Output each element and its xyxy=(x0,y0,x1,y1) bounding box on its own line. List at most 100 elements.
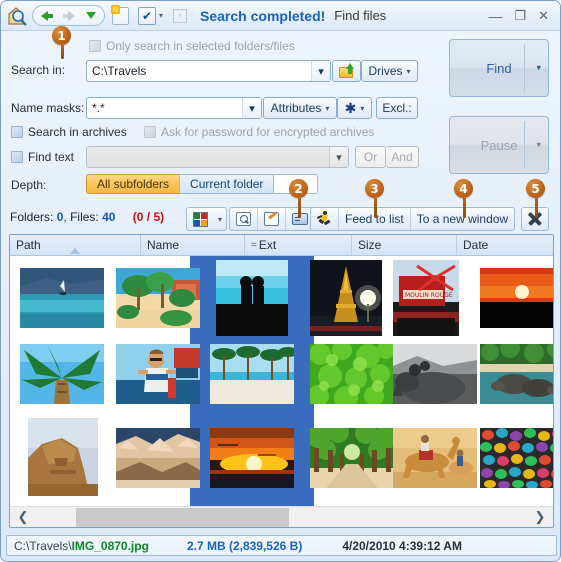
depth-all-subfolders-button[interactable]: All subfolders xyxy=(86,174,180,194)
and-label: And xyxy=(391,150,413,164)
depth-current-folder-button[interactable]: Current folder xyxy=(179,174,274,194)
callout-pin-4-number: 4 xyxy=(454,179,473,198)
only-selected-checkbox[interactable] xyxy=(89,40,101,52)
folders-label: Folders: xyxy=(10,210,54,224)
new-document-icon[interactable] xyxy=(111,4,129,25)
column-header-date[interactable]: Date xyxy=(457,235,553,255)
thumbnail-cell[interactable] xyxy=(116,428,200,488)
name-masks-label: Name masks: xyxy=(11,101,85,115)
status-file-path: C:\Travels\ xyxy=(14,538,72,553)
thumb-sea-windsurfer xyxy=(20,268,104,328)
attributes-button[interactable]: Attributes ▾ xyxy=(263,97,337,119)
back-arrow-icon[interactable] xyxy=(36,7,57,24)
column-header-name[interactable]: Name xyxy=(141,235,245,255)
thumbnail-cell[interactable] xyxy=(116,344,200,404)
scroll-right-arrow-icon[interactable]: ❯ xyxy=(527,509,553,525)
thumbnail-cell[interactable] xyxy=(393,428,477,488)
column-header-path[interactable]: Path xyxy=(10,235,141,255)
thumbnail-cell[interactable] xyxy=(310,344,394,404)
search-archives-checkbox[interactable] xyxy=(11,126,23,138)
thumb-camel-riders xyxy=(393,428,477,488)
thumb-couple-silhouette xyxy=(216,260,288,336)
results-list-panel: Path Name = Ext Size Date MOULIN ROUGE ❮… xyxy=(9,234,554,528)
or-label: Or xyxy=(363,150,378,164)
scrollbar-track[interactable] xyxy=(36,507,527,528)
preview-button[interactable] xyxy=(230,208,258,230)
thumbnail-cell[interactable] xyxy=(28,418,98,496)
drives-label: Drives xyxy=(368,64,403,78)
callout-pin-3-number: 3 xyxy=(365,179,384,198)
results-toolbar: Folders: 0, Files: 40 (0 / 5) ▾ Feed to … xyxy=(1,203,560,234)
find-dropdown-caret-icon[interactable]: ▾ xyxy=(536,63,541,74)
view-mode-dropdown[interactable]: ▾ xyxy=(214,208,226,230)
thumbnail-cell[interactable] xyxy=(310,428,394,488)
column-label-path: Path xyxy=(16,238,41,252)
name-masks-dropdown-icon[interactable]: ▾ xyxy=(242,98,261,118)
depth-label-wrap: Depth: xyxy=(11,178,46,192)
edit-button[interactable] xyxy=(258,208,286,230)
thumbnail-cell[interactable] xyxy=(216,260,288,336)
thumbnail-cell[interactable] xyxy=(480,428,553,488)
column-header-size[interactable]: Size xyxy=(352,235,457,255)
checkbox-menu-caret-icon[interactable]: ▾ xyxy=(159,11,163,20)
exclude-button[interactable]: Excl.: xyxy=(376,97,418,119)
maximize-button[interactable]: ❐ xyxy=(514,9,526,22)
thumbnail-cell[interactable] xyxy=(210,344,294,404)
panel-toggle-icon[interactable]: ▫ xyxy=(173,8,188,23)
name-masks-value: *.* xyxy=(92,101,105,115)
find-text-row[interactable]: Find text xyxy=(11,150,74,164)
find-text-input[interactable]: ▾ xyxy=(86,146,349,168)
thumbnail-cell[interactable] xyxy=(310,260,382,336)
thumbnail-cell[interactable]: MOULIN ROUGE xyxy=(393,260,459,336)
find-text-dropdown-icon[interactable]: ▾ xyxy=(329,147,348,167)
search-in-label: Search in: xyxy=(11,63,66,77)
edit-icon xyxy=(264,212,279,226)
only-selected-row: Only search in selected folders/files xyxy=(89,39,295,53)
thumbnail-grid[interactable]: MOULIN ROUGE xyxy=(10,256,553,507)
attributes-caret-icon: ▾ xyxy=(325,103,330,113)
thumbnail-cell[interactable] xyxy=(210,428,294,488)
column-label-size: Size xyxy=(358,238,382,252)
history-dropdown-icon[interactable] xyxy=(80,7,101,24)
thumbnail-cell[interactable] xyxy=(20,268,104,328)
thumbnail-cell[interactable] xyxy=(116,268,200,328)
name-masks-input[interactable]: *.* ▾ xyxy=(86,97,262,119)
run-button[interactable] xyxy=(311,208,339,230)
horizontal-scrollbar[interactable]: ❮ ❯ xyxy=(10,506,553,527)
name-masks-label-wrap: Name masks: xyxy=(11,101,84,115)
callout-pin-1-number: 1 xyxy=(52,26,71,45)
find-text-checkbox[interactable] xyxy=(11,151,23,163)
search-in-dropdown-icon[interactable]: ▾ xyxy=(311,61,330,81)
checkbox-menu-icon[interactable]: ✔ xyxy=(138,6,156,25)
browse-folder-button[interactable] xyxy=(332,60,361,82)
search-in-input[interactable]: C:\Travels ▾ xyxy=(86,60,331,82)
column-header-ext[interactable]: = Ext xyxy=(245,235,352,255)
thumb-green-foliage xyxy=(310,344,394,404)
ask-password-checkbox[interactable] xyxy=(144,126,156,138)
results-counts: Folders: 0, Files: 40 (0 / 5) xyxy=(10,210,165,224)
pause-dropdown-caret-icon[interactable]: ▾ xyxy=(536,140,541,151)
column-label-name: Name xyxy=(147,238,180,252)
thumbnail-cell[interactable] xyxy=(480,268,553,328)
scroll-left-arrow-icon[interactable]: ❮ xyxy=(10,509,36,525)
callout-pin-4: 4 xyxy=(454,179,474,218)
thumbnail-cell[interactable] xyxy=(20,344,104,404)
thumbnail-view-button[interactable] xyxy=(187,208,214,230)
thumbnail-cell[interactable] xyxy=(393,344,477,404)
search-in-label-wrap: Search in: xyxy=(11,63,65,77)
scrollbar-thumb[interactable] xyxy=(76,507,289,527)
drives-caret-icon: ▾ xyxy=(406,66,411,76)
thumb-colored-stones xyxy=(480,428,553,488)
column-label-ext: Ext xyxy=(258,238,277,252)
status-bar: C:\Travels\ IMG_0870.jpg 2.7 MB (2,839,5… xyxy=(6,535,557,556)
callout-pin-2: 2 xyxy=(289,179,309,218)
find-button[interactable]: Find ▾ xyxy=(449,39,549,97)
search-archives-row[interactable]: Search in archives xyxy=(11,125,127,139)
close-button[interactable]: ✕ xyxy=(538,9,549,22)
thumbnail-cell[interactable] xyxy=(480,344,553,404)
thumbnail-view-icon xyxy=(193,211,208,227)
minimize-button[interactable]: — xyxy=(488,9,502,23)
drives-button[interactable]: Drives ▾ xyxy=(361,60,418,82)
wildcard-button[interactable]: ✱ ▾ xyxy=(337,97,372,119)
thumb-palm-tree-up xyxy=(20,344,104,404)
